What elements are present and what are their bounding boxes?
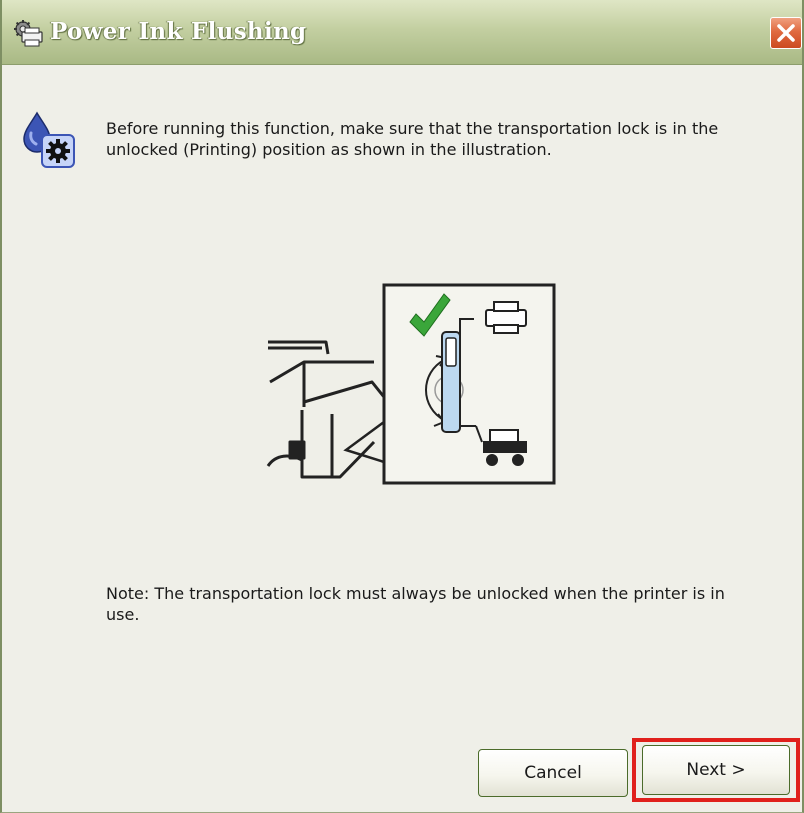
close-icon: [777, 24, 795, 42]
printer-gear-icon: [14, 20, 44, 48]
dialog-window: Power Ink Flushing Before running this f…: [0, 0, 804, 813]
title-bar[interactable]: Power Ink Flushing: [2, 0, 802, 65]
instruction-message: Before running this function, make sure …: [106, 119, 719, 159]
transportation-lock-illustration: [266, 283, 556, 485]
lock-switch-icon: [441, 331, 461, 433]
ink-drop-gear-icon: [21, 111, 83, 171]
note-text: Note: The transportation lock must alway…: [106, 584, 725, 624]
next-button-highlight: [632, 738, 800, 802]
window-title: Power Ink Flushing: [50, 18, 307, 45]
cancel-button[interactable]: Cancel: [478, 749, 628, 797]
close-button[interactable]: [770, 17, 802, 49]
